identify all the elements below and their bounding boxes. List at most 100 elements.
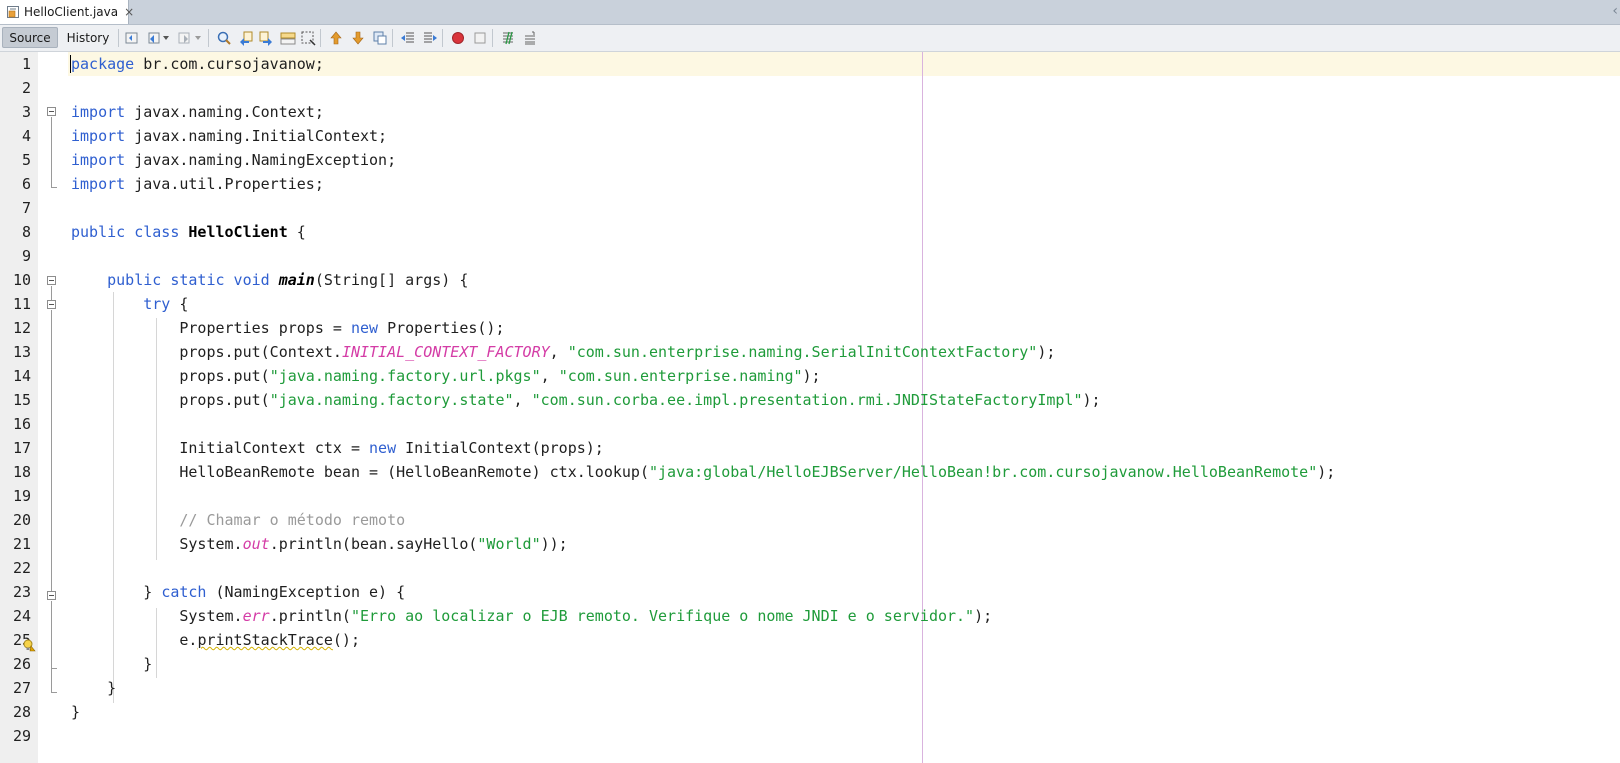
line-number: 18 — [12, 463, 31, 481]
keyword-token: catch — [161, 583, 207, 601]
editor-toolbar: Source History — [0, 25, 1620, 52]
find-next-icon[interactable] — [256, 28, 276, 48]
code-line[interactable]: package br.com.cursojavanow; — [71, 52, 324, 76]
hint-lightbulb-icon[interactable] — [22, 637, 36, 652]
fold-try-block-toggle[interactable] — [47, 300, 56, 309]
code-line[interactable]: public static void main(String[] args) { — [71, 268, 468, 292]
forward-dropdown-icon[interactable] — [192, 28, 204, 48]
line-number: 17 — [12, 439, 31, 457]
fold-range-line — [51, 117, 52, 187]
line-number: 5 — [21, 151, 31, 169]
code-token: } — [71, 583, 162, 601]
code-line[interactable]: Properties props = new Properties(); — [71, 316, 504, 340]
line-number: 20 — [12, 511, 31, 529]
editor-tab-helloclient[interactable]: HelloClient.java × — [0, 0, 134, 24]
code-line[interactable]: public class HelloClient { — [71, 220, 306, 244]
line-number: 3 — [21, 103, 31, 121]
close-tab-icon[interactable]: × — [124, 6, 134, 18]
code-token: { — [170, 295, 189, 313]
fold-range-line — [51, 286, 52, 300]
next-bookmark-icon[interactable] — [348, 28, 368, 48]
line-number: 19 — [12, 487, 31, 505]
warning-token: printStackTrace — [197, 631, 333, 649]
find-selection-icon[interactable] — [214, 28, 234, 48]
code-token: System. — [71, 535, 243, 553]
code-line[interactable]: import javax.naming.Context; — [71, 100, 324, 124]
code-line[interactable]: } — [71, 676, 116, 700]
fold-imports-toggle[interactable] — [47, 107, 56, 116]
line-number: 14 — [12, 367, 31, 385]
keyword-token: import — [71, 127, 126, 145]
code-line[interactable]: } — [71, 700, 80, 724]
code-token: .println( — [269, 607, 351, 625]
fold-catch-block-toggle[interactable] — [47, 591, 56, 600]
code-token: br.com.cursojavanow; — [134, 55, 324, 73]
line-number: 8 — [21, 223, 31, 241]
toolbar-separator — [320, 29, 321, 47]
string-token: "Erro ao localizar o EJB remoto. Verifiq… — [350, 607, 975, 625]
find-previous-icon[interactable] — [236, 28, 256, 48]
code-line[interactable]: props.put(Context.INITIAL_CONTEXT_FACTOR… — [71, 340, 1055, 364]
code-line[interactable]: } catch (NamingException e) { — [71, 580, 405, 604]
code-line[interactable]: System.out.println(bean.sayHello("World"… — [71, 532, 568, 556]
code-line[interactable]: import javax.naming.NamingException; — [71, 148, 396, 172]
code-token: .println(bean.sayHello( — [269, 535, 478, 553]
code-line[interactable]: import java.util.Properties; — [71, 172, 324, 196]
code-token: e. — [71, 631, 198, 649]
code-line[interactable]: try { — [71, 292, 188, 316]
code-line[interactable]: e.printStackTrace(); — [71, 628, 360, 652]
code-token: ); — [1317, 463, 1336, 481]
line-number: 1 — [21, 55, 31, 73]
line-number: 26 — [12, 655, 31, 673]
java-file-icon — [6, 5, 20, 19]
keyword-token: import — [71, 175, 126, 193]
code-line[interactable]: import javax.naming.InitialContext; — [71, 124, 387, 148]
start-macro-recording-icon[interactable] — [448, 28, 468, 48]
uncomment-icon[interactable] — [520, 28, 540, 48]
source-view-button[interactable]: Source — [2, 27, 58, 48]
line-number: 7 — [21, 199, 31, 217]
tab-overflow-chevron-icon[interactable]: ‹ — [1612, 3, 1618, 19]
line-number: 24 — [12, 607, 31, 625]
code-line[interactable]: System.err.println("Erro ao localizar o … — [71, 604, 992, 628]
fold-main-method-toggle[interactable] — [47, 276, 56, 285]
code-line[interactable]: } — [71, 652, 152, 676]
last-edit-icon[interactable] — [122, 28, 142, 48]
toggle-rectangular-selection-icon[interactable] — [298, 28, 318, 48]
code-token: javax.naming.InitialContext; — [125, 127, 388, 145]
keyword-token: package — [71, 55, 135, 73]
toggle-highlight-icon[interactable] — [278, 28, 298, 48]
code-token: , — [549, 343, 568, 361]
toolbar-separator — [392, 29, 393, 47]
code-token: , — [513, 391, 532, 409]
fold-range-line — [51, 668, 52, 692]
toolbar-separator — [492, 29, 493, 47]
history-view-button[interactable]: History — [62, 27, 114, 48]
code-line[interactable]: HelloBeanRemote bean = (HelloBeanRemote)… — [71, 460, 1335, 484]
line-number-gutter: 1 2 3 4 5 6 7 8 9 10 11 12 13 14 15 16 17 18 19 20 21 22 23 24 2… — [0, 52, 38, 763]
code-token: )); — [540, 535, 568, 553]
toggle-bookmark-icon[interactable] — [370, 28, 390, 48]
code-token: ); — [802, 367, 821, 385]
keyword-token: try — [143, 295, 171, 313]
shift-line-left-icon[interactable] — [398, 28, 418, 48]
keyword-token: new — [350, 319, 379, 337]
code-line[interactable]: props.put("java.naming.factory.state", "… — [71, 388, 1100, 412]
shift-line-right-icon[interactable] — [420, 28, 440, 48]
string-token: "com.sun.corba.ee.impl.presentation.rmi.… — [531, 391, 1083, 409]
stop-macro-recording-icon[interactable] — [470, 28, 490, 48]
previous-bookmark-icon[interactable] — [326, 28, 346, 48]
toggle-comment-icon[interactable] — [498, 28, 518, 48]
code-token: ); — [1037, 343, 1056, 361]
code-line[interactable]: props.put("java.naming.factory.url.pkgs"… — [71, 364, 821, 388]
forward-icon[interactable] — [174, 28, 194, 48]
code-line[interactable]: // Chamar o método remoto — [71, 508, 405, 532]
back-dropdown-icon[interactable] — [160, 28, 172, 48]
fold-column — [38, 52, 68, 763]
code-line[interactable]: InitialContext ctx = new InitialContext(… — [71, 436, 603, 460]
code-token: javax.naming.NamingException; — [125, 151, 397, 169]
string-token: "java.naming.factory.url.pkgs" — [269, 367, 541, 385]
text-caret — [70, 55, 71, 73]
string-token: "com.sun.enterprise.naming" — [558, 367, 803, 385]
